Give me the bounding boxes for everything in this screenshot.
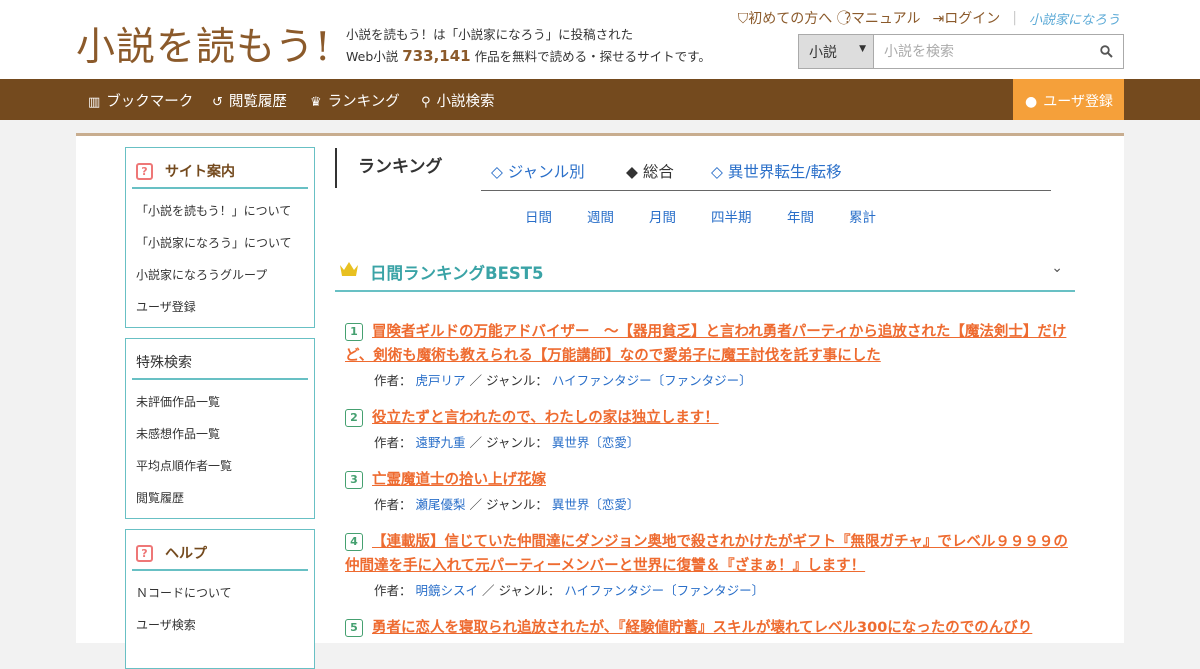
entry-meta: 作者： 遠野九重 ／ ジャンル： 異世界〔恋愛〕 bbox=[374, 435, 640, 450]
crown-icon: ♛ bbox=[310, 95, 322, 110]
tab-overall[interactable]: ◆ 総合 bbox=[626, 160, 674, 182]
search-button[interactable] bbox=[1089, 35, 1123, 68]
ranking-entry: 2 役立たずと言われたので、わたしの家は独立します！ 作者： 遠野九重 ／ ジャ… bbox=[345, 406, 1070, 451]
register-button[interactable]: ● ユーザ登録 bbox=[1013, 79, 1124, 120]
help-circle-icon: ?⃝ bbox=[844, 11, 851, 27]
author-link[interactable]: 虎戸リア bbox=[416, 373, 466, 388]
entry-meta: 作者： 瀬尾優梨 ／ ジャンル： 異世界〔恋愛〕 bbox=[374, 497, 640, 512]
divider: | bbox=[1012, 10, 1017, 26]
search-type-select[interactable]: 小説 ▼ bbox=[799, 35, 874, 68]
period-weekly[interactable]: 週間 bbox=[587, 206, 614, 226]
top-links: ⛉初めての方へ ?⃝マニュアル ⇥ログイン | 小説家になろう bbox=[738, 8, 1120, 28]
entry-title-link[interactable]: 【連載版】信じていた仲間達にダンジョン奥地で殺されかけたがギフト『無限ガチャ』で… bbox=[345, 530, 1070, 578]
nav-history[interactable]: ↺ 閲覧履歴 bbox=[212, 90, 287, 111]
site-logo[interactable]: 小説を読もう! bbox=[76, 16, 332, 72]
question-icon: ? bbox=[136, 544, 153, 562]
chevron-down-icon[interactable]: ⌄ bbox=[1051, 260, 1063, 276]
entry-title-link[interactable]: 亡霊魔道士の拾い上げ花嫁 bbox=[345, 468, 1070, 492]
top-link-login[interactable]: ⇥ログイン bbox=[933, 8, 1001, 28]
sidebar-item-average[interactable]: 平均点順作者一覧 bbox=[136, 450, 314, 482]
author-link[interactable]: 瀬尾優梨 bbox=[416, 497, 466, 512]
nav-search[interactable]: ⚲ 小説検索 bbox=[421, 90, 495, 111]
novel-count: 733,141 bbox=[402, 47, 471, 65]
entry-title-link[interactable]: 勇者に恋人を寝取られ追放されたが、『経験値貯蓄』スキルが壊れてレベル300になっ… bbox=[345, 616, 1070, 640]
sidebar-item-user-search[interactable]: ユーザ検索 bbox=[136, 609, 314, 641]
crown-icon bbox=[340, 262, 358, 276]
page-title: ランキング bbox=[335, 148, 443, 188]
content-container: ? サイト案内 「小説を読もう！」について 「小説家になろう」について 小説家にな… bbox=[76, 133, 1124, 669]
author-link[interactable]: 明鏡シスイ bbox=[416, 583, 479, 598]
top-link-beginners[interactable]: ⛉初めての方へ bbox=[738, 8, 833, 28]
main-nav: ▥ ブックマーク ↺ 閲覧履歴 ♛ ランキング ⚲ 小説検索 ● ユーザ登録 bbox=[0, 79, 1200, 120]
sidebar-item-unrated[interactable]: 未評価作品一覧 bbox=[136, 386, 314, 418]
sidebar-help: ? ヘルプ Ｎコードについて ユーザ検索 bbox=[125, 529, 315, 669]
ranking-entry: 5 勇者に恋人を寝取られ追放されたが、『経験値貯蓄』スキルが壊れてレベル300に… bbox=[345, 616, 1070, 640]
site-header: 小説を読もう! 小説を読もう！は「小説家になろう」に投稿された Web小説 733… bbox=[0, 0, 1200, 79]
sidebar-special-search: 特殊検索 未評価作品一覧 未感想作品一覧 平均点順作者一覧 閲覧履歴 bbox=[125, 338, 315, 519]
rank-number: 2 bbox=[345, 409, 363, 427]
sidebar-item-about-narou[interactable]: 「小説家になろう」について bbox=[136, 227, 314, 259]
sidebar-heading: 特殊検索 bbox=[132, 347, 308, 380]
history-icon: ↺ bbox=[212, 95, 223, 110]
genre-link[interactable]: 異世界〔恋愛〕 bbox=[552, 497, 640, 512]
tab-isekai[interactable]: ◇ 異世界転生/転移 bbox=[711, 160, 842, 182]
search-input[interactable] bbox=[874, 35, 1089, 68]
sidebar-item-register[interactable]: ユーザ登録 bbox=[136, 291, 314, 323]
sidebar-heading: ? サイト案内 bbox=[132, 156, 308, 189]
rank-number: 4 bbox=[345, 533, 363, 551]
login-icon: ⇥ bbox=[932, 11, 945, 27]
ranking-entry: 1 冒険者ギルドの万能アドバイザー ～【器用貧乏】と言われ勇者パーティから追放さ… bbox=[345, 320, 1070, 389]
rank-number: 1 bbox=[345, 323, 363, 341]
site-count-line: Web小説 733,141 作品を無料で読める・探せるサイトです。 bbox=[346, 46, 711, 65]
user-icon: ● bbox=[1025, 94, 1038, 110]
pin-icon: ⛉ bbox=[737, 11, 749, 27]
nav-bookmark[interactable]: ▥ ブックマーク bbox=[88, 90, 193, 111]
search-bar: 小説 ▼ bbox=[798, 34, 1124, 69]
sidebar-item-group[interactable]: 小説家になろうグループ bbox=[136, 259, 314, 291]
narou-logo[interactable]: 小説家になろう bbox=[1029, 9, 1120, 28]
sidebar-item-ncode[interactable]: Ｎコードについて bbox=[136, 577, 314, 609]
entry-title-link[interactable]: 役立たずと言われたので、わたしの家は独立します！ bbox=[345, 406, 1070, 430]
ranking-entry: 3 亡霊魔道士の拾い上げ花嫁 作者： 瀬尾優梨 ／ ジャンル： 異世界〔恋愛〕 bbox=[345, 468, 1070, 513]
sidebar-item-history[interactable]: 閲覧履歴 bbox=[136, 482, 314, 514]
rank-number: 3 bbox=[345, 471, 363, 489]
entry-meta: 作者： 虎戸リア ／ ジャンル： ハイファンタジー〔ファンタジー〕 bbox=[374, 373, 752, 388]
rank-number: 5 bbox=[345, 619, 363, 637]
bookmark-icon: ▥ bbox=[88, 95, 101, 110]
search-icon: ⚲ bbox=[421, 95, 431, 110]
period-total[interactable]: 累計 bbox=[849, 206, 876, 226]
sidebar-site-guide: ? サイト案内 「小説を読もう！」について 「小説家になろう」について 小説家にな… bbox=[125, 147, 315, 328]
site-description: 小説を読もう！は「小説家になろう」に投稿された bbox=[346, 27, 634, 42]
genre-link[interactable]: 異世界〔恋愛〕 bbox=[552, 435, 640, 450]
search-icon bbox=[1099, 45, 1113, 58]
sidebar-heading: ? ヘルプ bbox=[132, 538, 308, 571]
sidebar-item-no-review[interactable]: 未感想作品一覧 bbox=[136, 418, 314, 450]
desc-suffix: 作品を無料で読める・探せるサイトです。 bbox=[474, 49, 711, 64]
entry-title-link[interactable]: 冒険者ギルドの万能アドバイザー ～【器用貧乏】と言われ勇者パーティから追放された… bbox=[345, 320, 1070, 368]
entry-meta: 作者： 明鏡シスイ ／ ジャンル： ハイファンタジー〔ファンタジー〕 bbox=[374, 583, 765, 598]
top-link-manual[interactable]: ?⃝マニュアル bbox=[844, 8, 920, 28]
ranking-tabs: ◇ ジャンル別 ◆ 総合 ◇ 異世界転生/転移 bbox=[481, 160, 1051, 191]
period-daily[interactable]: 日間 bbox=[525, 206, 552, 226]
genre-link[interactable]: ハイファンタジー〔ファンタジー〕 bbox=[564, 583, 764, 598]
best5-header[interactable]: 日間ランキングBEST5 ⌄ bbox=[335, 246, 1075, 292]
question-icon: ? bbox=[136, 162, 153, 180]
nav-ranking[interactable]: ♛ ランキング bbox=[310, 90, 400, 111]
tab-genre[interactable]: ◇ ジャンル別 bbox=[491, 160, 585, 182]
genre-link[interactable]: ハイファンタジー〔ファンタジー〕 bbox=[552, 373, 752, 388]
author-link[interactable]: 遠野九重 bbox=[416, 435, 466, 450]
period-monthly[interactable]: 月間 bbox=[649, 206, 676, 226]
best5-title: 日間ランキングBEST5 bbox=[370, 264, 544, 283]
dropdown-arrow-icon: ▼ bbox=[859, 44, 866, 54]
ranking-entry: 4 【連載版】信じていた仲間達にダンジョン奥地で殺されかけたがギフト『無限ガチャ… bbox=[345, 530, 1070, 599]
period-quarterly[interactable]: 四半期 bbox=[711, 206, 752, 226]
desc-prefix: Web小説 bbox=[346, 49, 399, 64]
period-yearly[interactable]: 年間 bbox=[787, 206, 814, 226]
sidebar-item-about-yomou[interactable]: 「小説を読もう！」について bbox=[136, 195, 314, 227]
